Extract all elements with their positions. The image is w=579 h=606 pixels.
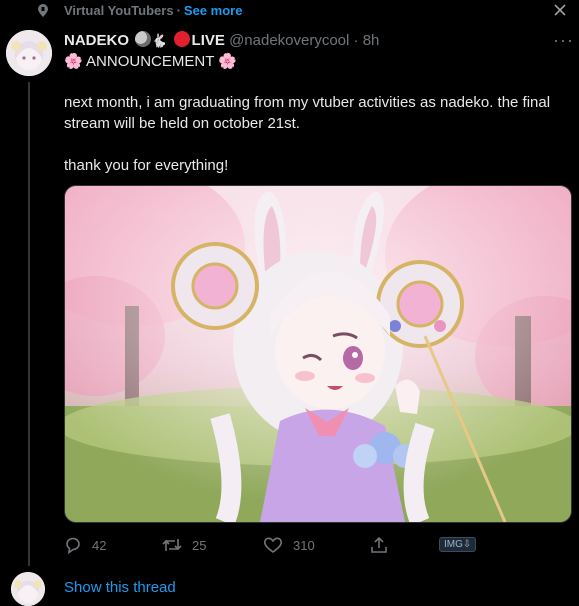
heart-icon xyxy=(263,537,283,553)
tweet-body: next month, i am graduating from my vtub… xyxy=(64,92,564,197)
retweet-icon xyxy=(162,539,182,551)
like-count: 310 xyxy=(293,537,315,553)
reply-icon xyxy=(66,537,80,554)
avatar-image xyxy=(6,30,52,76)
see-more-link[interactable]: See more xyxy=(184,3,243,18)
tweet-time[interactable]: 8h xyxy=(363,32,380,49)
reply-action[interactable]: 42 xyxy=(64,535,106,555)
author-handle[interactable]: @nadekoverycool xyxy=(229,32,349,49)
avatar-image xyxy=(11,572,45,606)
tweet-paragraph: next month, i am graduating from my vtub… xyxy=(64,94,551,132)
live-label[interactable]: LIVE xyxy=(192,32,225,49)
share-action[interactable] xyxy=(370,535,398,555)
reply-count: 42 xyxy=(92,537,107,553)
like-action[interactable]: 310 xyxy=(263,535,315,555)
thread-avatar[interactable] xyxy=(11,572,45,606)
moon-emoji-icon xyxy=(135,31,152,47)
img-download-badge[interactable]: IMG⇩ xyxy=(439,537,477,552)
cherry-blossom-icon: 🌸 xyxy=(218,53,237,70)
close-icon[interactable] xyxy=(552,2,568,18)
rabbit-emoji-icon: 🐇 xyxy=(151,33,168,48)
display-name[interactable]: NADEKO xyxy=(64,32,129,49)
vtuber-illustration xyxy=(65,186,571,522)
topic-pin-icon xyxy=(38,4,48,17)
thread-connector xyxy=(28,82,30,566)
tweet-header: NADEKO 🐇 LIVE @nadekoverycool · 8h xyxy=(64,31,379,49)
time-separator: · xyxy=(353,32,359,49)
topic-separator: · xyxy=(176,3,181,18)
announcement-text: ANNOUNCEMENT xyxy=(86,53,215,70)
show-thread-link[interactable]: Show this thread xyxy=(64,579,176,596)
retweet-action[interactable]: 25 xyxy=(162,535,206,555)
tweet-image[interactable] xyxy=(64,185,572,523)
topic-label: Virtual YouTubers · See more xyxy=(64,3,242,18)
announcement-line: 🌸 ANNOUNCEMENT 🌸 xyxy=(64,52,237,70)
topic-name[interactable]: Virtual YouTubers xyxy=(64,3,174,18)
tweet-paragraph: thank you for everything! xyxy=(64,157,229,174)
author-avatar[interactable] xyxy=(6,30,52,76)
more-options-icon[interactable]: ··· xyxy=(553,30,574,51)
topic-bar: Virtual YouTubers · See more xyxy=(0,0,579,22)
cherry-blossom-icon: 🌸 xyxy=(64,53,83,70)
share-icon xyxy=(371,536,387,553)
retweet-count: 25 xyxy=(192,537,207,553)
red-circle-emoji-icon xyxy=(173,31,190,47)
tweet-actions: 42 25 310 IMG⇩ xyxy=(64,535,570,555)
